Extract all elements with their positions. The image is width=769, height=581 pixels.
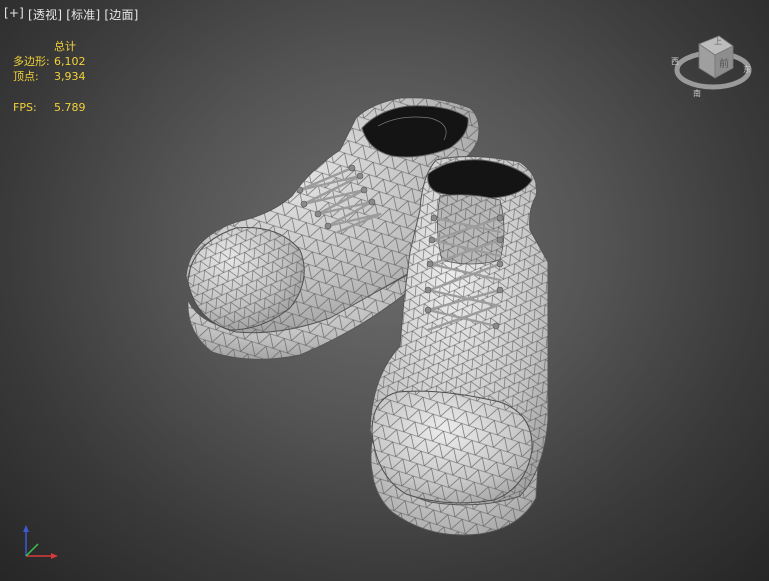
compass-west-label: 西 [671,57,679,66]
3d-viewport[interactable]: [+] [透视] [标准] [边面] 总计 多边形: 6,102 顶点: 3,9… [0,0,769,581]
compass-south-label: 南 [693,88,701,98]
shoes-wireframe-model[interactable] [0,0,769,581]
viewcube[interactable]: 上 前 西 东 南 [669,28,755,102]
viewcube-top-label: 上 [714,37,722,46]
viewcube-face-label: 前 [719,57,729,70]
compass-east-label: 东 [743,64,751,74]
axis-tripod-icon [23,525,58,559]
